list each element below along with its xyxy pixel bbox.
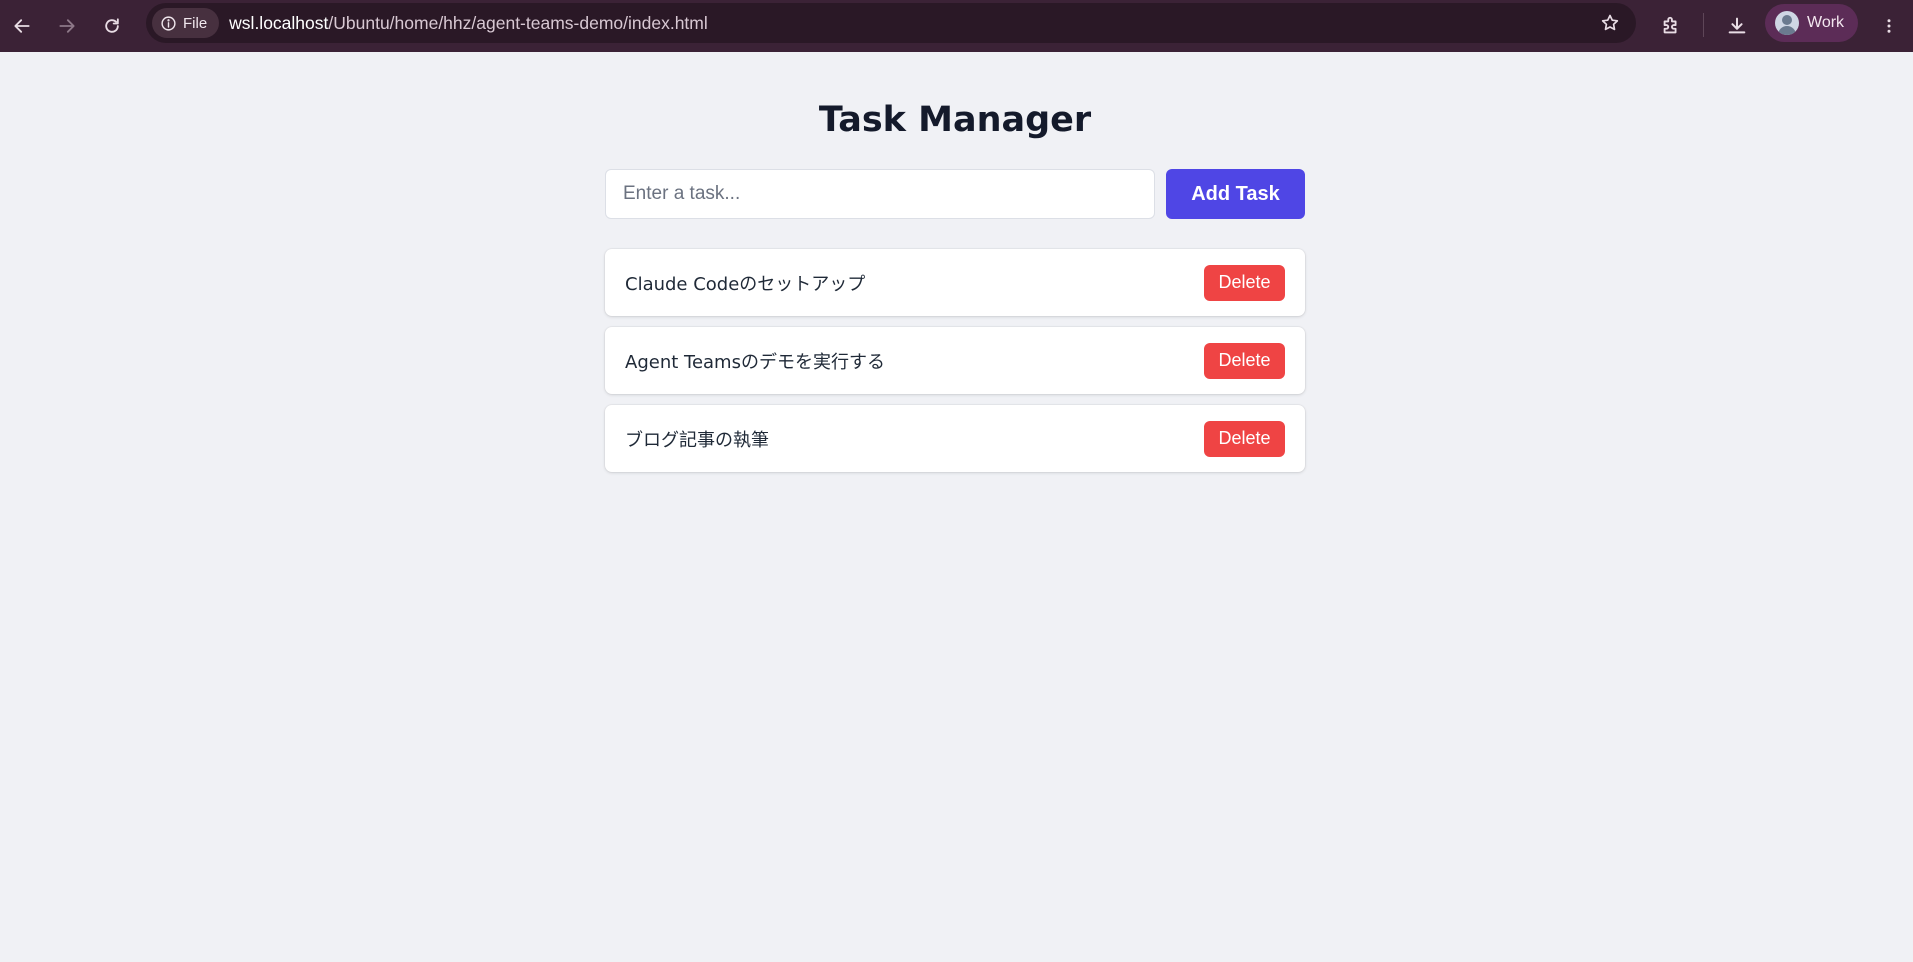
add-task-button[interactable]: Add Task [1166, 169, 1305, 219]
site-chip-label: File [183, 14, 208, 32]
bookmark-button[interactable] [1598, 11, 1622, 35]
profile-button[interactable]: Work [1765, 4, 1859, 42]
delete-button[interactable]: Delete [1204, 264, 1285, 301]
url-path: /Ubuntu/home/hhz/agent-teams-demo/index.… [328, 12, 708, 33]
site-info-chip[interactable]: File [152, 8, 220, 38]
info-icon [161, 15, 176, 31]
browser-toolbar: File wsl.localhost/Ubuntu/home/hhz/agent… [0, 0, 1913, 52]
task-text: ブログ記事の執筆 [625, 429, 769, 451]
task-item: Agent Teamsのデモを実行する Delete [605, 327, 1305, 394]
task-list: Claude Codeのセットアップ Delete Agent Teamsのデモ… [605, 249, 1305, 483]
profile-name: Work [1807, 14, 1845, 31]
url-text[interactable]: wsl.localhost/Ubuntu/home/hhz/agent-team… [229, 13, 708, 34]
forward-arrow-icon [59, 19, 75, 33]
reload-button[interactable] [95, 9, 129, 43]
back-button[interactable] [5, 9, 39, 43]
page-content: Task Manager Add Task Claude Codeのセットアップ… [0, 52, 1913, 962]
add-task-form: Add Task [605, 169, 1305, 219]
downloads-button[interactable] [1720, 9, 1754, 43]
toolbar-divider [1703, 13, 1704, 37]
task-text: Claude Codeのセットアップ [625, 273, 866, 295]
task-item: ブログ記事の執筆 Delete [605, 405, 1305, 472]
task-input[interactable] [605, 169, 1155, 219]
page-title: Task Manager [818, 100, 1092, 140]
task-text: Agent Teamsのデモを実行する [625, 351, 885, 373]
browser-menu-button[interactable] [1874, 9, 1904, 43]
url-host: wsl.localhost [229, 12, 329, 33]
avatar [1775, 11, 1799, 35]
delete-button[interactable]: Delete [1204, 420, 1285, 457]
delete-button[interactable]: Delete [1204, 342, 1285, 379]
star-icon [1601, 14, 1619, 31]
extensions-icon [1663, 16, 1677, 34]
forward-button[interactable] [50, 9, 84, 43]
reload-icon [105, 18, 119, 33]
back-arrow-icon [14, 19, 30, 33]
more-vertical-icon [1887, 19, 1891, 33]
task-item: Claude Codeのセットアップ Delete [605, 249, 1305, 316]
download-icon [1728, 17, 1746, 34]
extensions-button[interactable] [1654, 9, 1688, 43]
address-bar[interactable]: File wsl.localhost/Ubuntu/home/hhz/agent… [146, 3, 1636, 43]
